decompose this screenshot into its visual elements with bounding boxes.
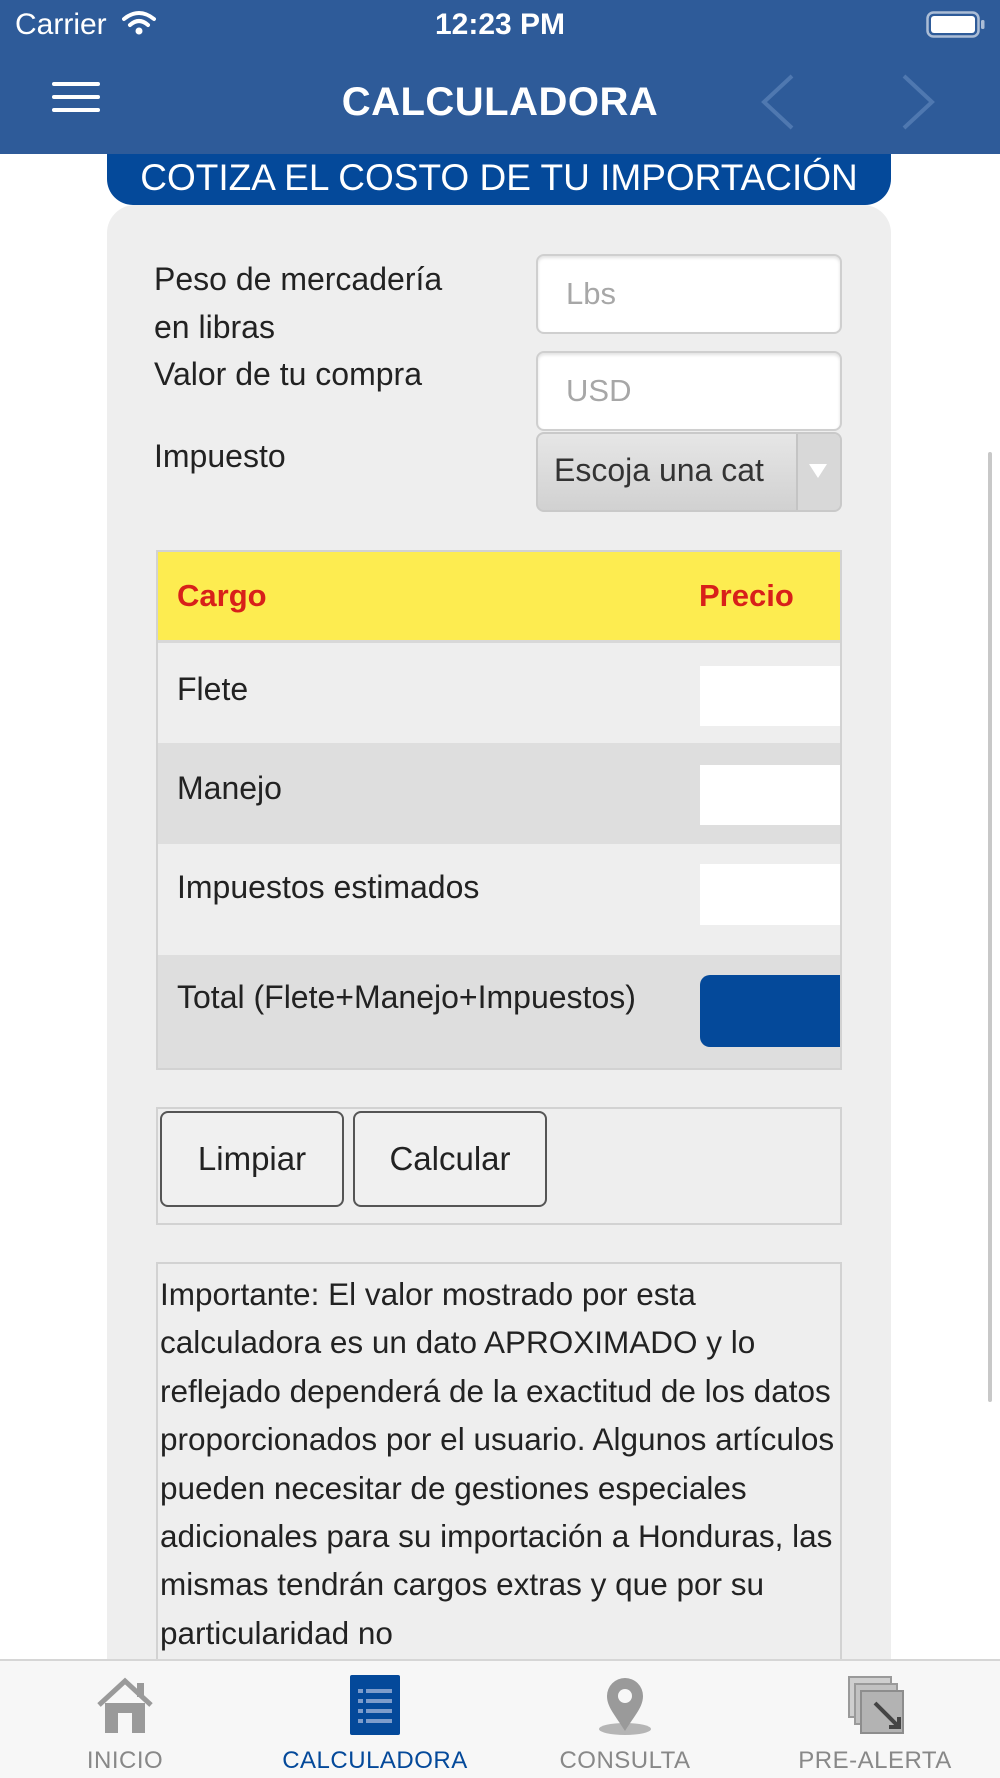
scroll-indicator[interactable]	[988, 452, 992, 1402]
weight-label: Peso de mercadería en libras	[154, 255, 442, 351]
status-bar: Carrier 12:23 PM	[0, 0, 1000, 50]
status-time: 12:23 PM	[434, 8, 566, 41]
calculate-button[interactable]: Calcular	[353, 1111, 547, 1207]
section-banner: COTIZA EL COSTO DE TU IMPORTACIÓN	[107, 154, 891, 205]
weight-input[interactable]	[536, 254, 842, 334]
purchase-value-label: Valor de tu compra	[154, 356, 422, 392]
weight-label-line1: Peso de mercadería	[154, 261, 443, 297]
stacked-windows-icon	[848, 1676, 904, 1734]
table-row: Flete	[158, 644, 840, 743]
purchase-value-input[interactable]	[536, 351, 842, 431]
tab-calculadora[interactable]: CALCULADORA	[250, 1661, 500, 1778]
table-row: Manejo	[158, 743, 840, 844]
table-row: Impuestos estimados	[158, 844, 840, 955]
tab-label-calculadora: CALCULADORA	[282, 1747, 468, 1774]
actions-box: Limpiar Calcular	[156, 1107, 842, 1225]
row-label-flete: Flete	[177, 671, 249, 707]
tab-inicio[interactable]: INICIO	[0, 1661, 250, 1778]
header-cargo: Cargo	[177, 578, 267, 613]
location-pin-icon	[599, 1678, 651, 1735]
row-label-manejo: Manejo	[177, 770, 282, 806]
clear-button[interactable]: Limpiar	[160, 1111, 344, 1207]
row-label-impuestos: Impuestos estimados	[177, 869, 480, 905]
tax-category-select[interactable]: Escoja una cat	[536, 432, 842, 512]
tab-bar: INICIO CALCULADORA CONSULTA TRACKING	[0, 1659, 1000, 1778]
tab-label-inicio: INICIO	[86, 1747, 164, 1774]
calculator-screen: Carrier 12:23 PM CALCULADORA COTIZA EL C…	[0, 0, 1000, 1778]
tab-consulta-tracking[interactable]: CONSULTA TRACKING	[500, 1661, 750, 1778]
weight-label-line2: en libras	[154, 309, 275, 345]
select-arrow	[796, 434, 840, 510]
flete-value-field	[700, 666, 840, 726]
top-header: Carrier 12:23 PM CALCULADORA	[0, 0, 1000, 154]
chevron-left-icon[interactable]	[758, 72, 798, 132]
tab-label-consulta-tracking: CONSULTA TRACKING	[559, 1747, 691, 1778]
calculator-list-icon	[350, 1675, 400, 1735]
notice-text: Importante: El valor mostrado por esta c…	[160, 1276, 835, 1651]
charges-table: Cargo Precio Flete Manejo Impuestos esti…	[156, 550, 842, 1070]
chevron-right-icon[interactable]	[898, 72, 938, 132]
tax-label: Impuesto	[154, 438, 286, 474]
table-row: Total (Flete+Manejo+Impuestos)	[158, 955, 840, 1068]
tab-pre-alerta[interactable]: PRE-ALERTA	[750, 1661, 1000, 1778]
tax-category-value: Escoja una cat	[554, 452, 764, 488]
row-label-total: Total (Flete+Manejo+Impuestos)	[177, 979, 636, 1015]
tab-label-pre-alerta: PRE-ALERTA	[798, 1747, 952, 1774]
header-precio: Precio	[699, 578, 794, 613]
home-icon	[97, 1677, 153, 1733]
important-notice: Importante: El valor mostrado por esta c…	[156, 1262, 842, 1702]
impuestos-value-field	[700, 864, 840, 925]
total-value-field	[700, 975, 840, 1047]
chevron-down-icon	[809, 464, 827, 478]
page-title: CALCULADORA	[341, 80, 659, 124]
battery-icon	[926, 11, 985, 38]
manejo-value-field	[700, 765, 840, 825]
table-header: Cargo Precio	[158, 552, 840, 643]
